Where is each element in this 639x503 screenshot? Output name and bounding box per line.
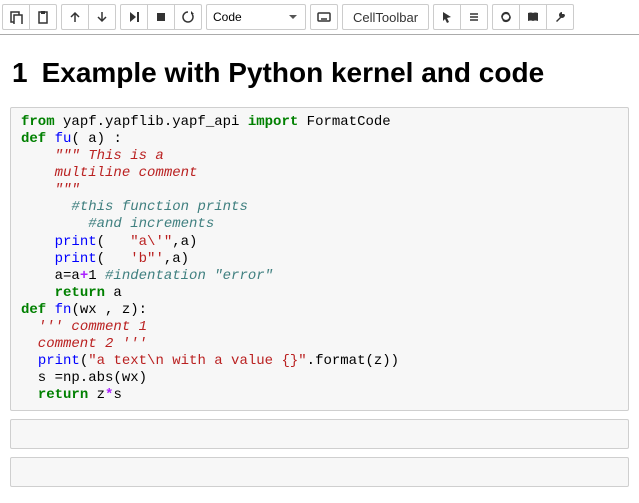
- empty-cell[interactable]: [10, 457, 629, 487]
- copy-icon: [9, 10, 23, 24]
- code-cell[interactable]: from yapf.yapflib.yapf_api import Format…: [10, 107, 629, 411]
- book-button[interactable]: [519, 4, 547, 30]
- code-line: def fu( a) :: [21, 131, 618, 148]
- code-line: return a: [21, 285, 618, 302]
- code-line: print( "a\'",a): [21, 234, 618, 251]
- code-line: ''' comment 1: [21, 319, 618, 336]
- cell-type-select[interactable]: Code: [206, 4, 306, 30]
- arrow-down-icon: [95, 10, 109, 24]
- markdown-cell[interactable]: 1 Example with Python kernel and code: [0, 47, 639, 103]
- restart-button[interactable]: [174, 4, 202, 30]
- code-line: #and increments: [21, 216, 618, 233]
- heading-text: Example with Python kernel and code: [42, 57, 545, 89]
- toolbar: Code CellToolbar: [0, 0, 639, 35]
- arrow-up-icon: [68, 10, 82, 24]
- code-line: """: [21, 182, 618, 199]
- step-forward-icon: [127, 10, 141, 24]
- refresh-button[interactable]: [492, 4, 520, 30]
- code-line: a=a+1 #indentation "error": [21, 268, 618, 285]
- code-line: """ This is a: [21, 148, 618, 165]
- pointer-icon: [440, 10, 454, 24]
- paste-icon: [36, 10, 50, 24]
- code-line: print( 'b"',a): [21, 251, 618, 268]
- heading: 1 Example with Python kernel and code: [12, 57, 627, 89]
- code-line: #this function prints: [21, 199, 618, 216]
- run-button[interactable]: [120, 4, 148, 30]
- list-button[interactable]: [460, 4, 488, 30]
- move-up-button[interactable]: [61, 4, 89, 30]
- restart-icon: [181, 10, 195, 24]
- notebook: 1 Example with Python kernel and code fr…: [0, 35, 639, 503]
- wrench-button[interactable]: [546, 4, 574, 30]
- book-icon: [526, 10, 540, 24]
- cell-type-value: Code: [213, 10, 242, 24]
- code-line: print("a text\n with a value {}".format(…: [21, 353, 618, 370]
- wrench-icon: [553, 10, 567, 24]
- code-line: comment 2 ''': [21, 336, 618, 353]
- code-line: return z*s: [21, 387, 618, 404]
- heading-number: 1: [12, 57, 28, 89]
- keyboard-icon: [317, 10, 331, 24]
- move-down-button[interactable]: [88, 4, 116, 30]
- list-icon: [467, 10, 481, 24]
- interrupt-button[interactable]: [147, 4, 175, 30]
- paste-button[interactable]: [29, 4, 57, 30]
- empty-cell[interactable]: [10, 419, 629, 449]
- pointer-button[interactable]: [433, 4, 461, 30]
- refresh-icon: [499, 10, 513, 24]
- code-line: def fn(wx , z):: [21, 302, 618, 319]
- stop-icon: [154, 10, 168, 24]
- command-palette-button[interactable]: [310, 4, 338, 30]
- code-line: s =np.abs(wx): [21, 370, 618, 387]
- copy-button[interactable]: [2, 4, 30, 30]
- code-line: from yapf.yapflib.yapf_api import Format…: [21, 114, 618, 131]
- code-line: multiline comment: [21, 165, 618, 182]
- cell-toolbar-button[interactable]: CellToolbar: [342, 4, 429, 30]
